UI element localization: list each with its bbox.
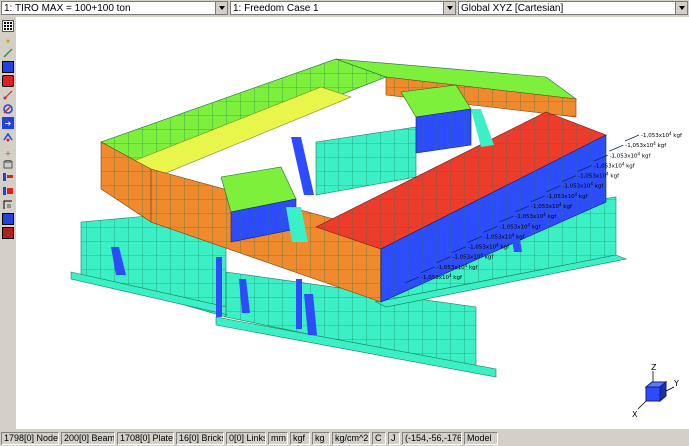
grid-icon[interactable]: [2, 20, 14, 32]
load-case-select[interactable]: 1: TIRO MAX = 100+100 ton: [1, 1, 228, 15]
plus-icon[interactable]: +: [2, 147, 14, 159]
status-beams: 200[0] Beams: [61, 432, 115, 445]
node-icon[interactable]: ✦: [2, 35, 14, 47]
dimension-icon[interactable]: [2, 199, 14, 211]
triad-x-label: X: [632, 410, 638, 419]
load-arrow: [624, 134, 640, 142]
blue-square-icon[interactable]: [2, 213, 14, 225]
load-label: -1,053x104 kgf: [437, 263, 479, 271]
load-label: -1,053x104 kgf: [531, 202, 573, 210]
load-label: -1,053x104 kgf: [484, 232, 526, 240]
load-label: -1,053x104 kgf: [625, 141, 667, 149]
status-nodes: 1798[0] Nodes: [1, 432, 59, 445]
status-length-unit: mm: [268, 432, 288, 445]
restraint-icon[interactable]: [2, 185, 14, 197]
status-bricks: 16[0] Bricks: [176, 432, 224, 445]
support-icon[interactable]: [2, 171, 14, 183]
status-mass-unit: kg: [312, 432, 330, 445]
status-cursor-coords: (-154,-56,-176): [402, 432, 462, 445]
load-label: -1,053x104 kgf: [641, 131, 683, 139]
link-icon[interactable]: [2, 89, 14, 101]
chevron-down-icon[interactable]: [675, 2, 687, 14]
load-label: -1,053x104 kgf: [610, 151, 652, 159]
model-canvas[interactable]: -1,053x104 kgf -1,053x104 kgf -1,053x104 k…: [16, 17, 689, 429]
load-label: -1,053x104 kgf: [578, 172, 620, 180]
load-case-value: 1: TIRO MAX = 100+100 ton: [4, 2, 131, 14]
coord-system-select[interactable]: Global XYZ [Cartesian]: [458, 1, 688, 15]
load-label: -1,053x104 kgf: [547, 192, 589, 200]
spring-icon[interactable]: [2, 103, 14, 115]
load-label: -1,053x104 kgf: [562, 182, 604, 190]
status-energy-unit: J: [388, 432, 400, 445]
chevron-down-icon[interactable]: [215, 2, 227, 14]
top-toolbar: 1: TIRO MAX = 100+100 ton 1: Freedom Cas…: [0, 0, 689, 17]
load-label: -1,053x104 kgf: [500, 222, 542, 230]
load-label: -1,053x104 kgf: [594, 161, 636, 169]
status-force-unit: kgf: [290, 432, 310, 445]
load-label: -1,053x104 kgf: [452, 253, 494, 261]
axis-triad: Z X Y: [632, 363, 679, 419]
cylinder-icon[interactable]: [2, 159, 14, 171]
status-links: 0[0] Links: [226, 432, 266, 445]
triad-y-label: Y: [673, 379, 679, 388]
freedom-case-select[interactable]: 1: Freedom Case 1: [230, 1, 456, 15]
status-mode: Model: [464, 432, 498, 445]
left-toolbar: ✦ ➔ +: [0, 17, 16, 429]
load-label: -1,053x104 kgf: [421, 273, 463, 281]
status-bar: 1798[0] Nodes 200[0] Beams 1708[0] Plate…: [0, 431, 689, 446]
status-plates: 1708[0] Plates: [117, 432, 174, 445]
rotate-icon[interactable]: [2, 131, 14, 143]
plate-icon[interactable]: [2, 61, 14, 73]
brick-icon[interactable]: [2, 75, 14, 87]
freedom-case-value: 1: Freedom Case 1: [233, 2, 319, 14]
red-square-icon[interactable]: [2, 227, 14, 239]
model-viewport[interactable]: -1,053x104 kgf -1,053x104 kgf -1,053x104 k…: [16, 17, 689, 429]
load-arrow: [609, 144, 624, 152]
status-stress-unit: kg/cm^2: [332, 432, 370, 445]
arrow-right-icon[interactable]: ➔: [2, 117, 14, 129]
beam-icon[interactable]: [2, 47, 14, 59]
load-label: -1,053x104 kgf: [515, 212, 557, 220]
chevron-down-icon[interactable]: [443, 2, 455, 14]
triad-z-label: Z: [651, 363, 657, 372]
coord-system-value: Global XYZ [Cartesian]: [461, 2, 564, 14]
status-temp-unit: C: [372, 432, 386, 445]
load-label: -1,053x104 kgf: [468, 243, 510, 251]
